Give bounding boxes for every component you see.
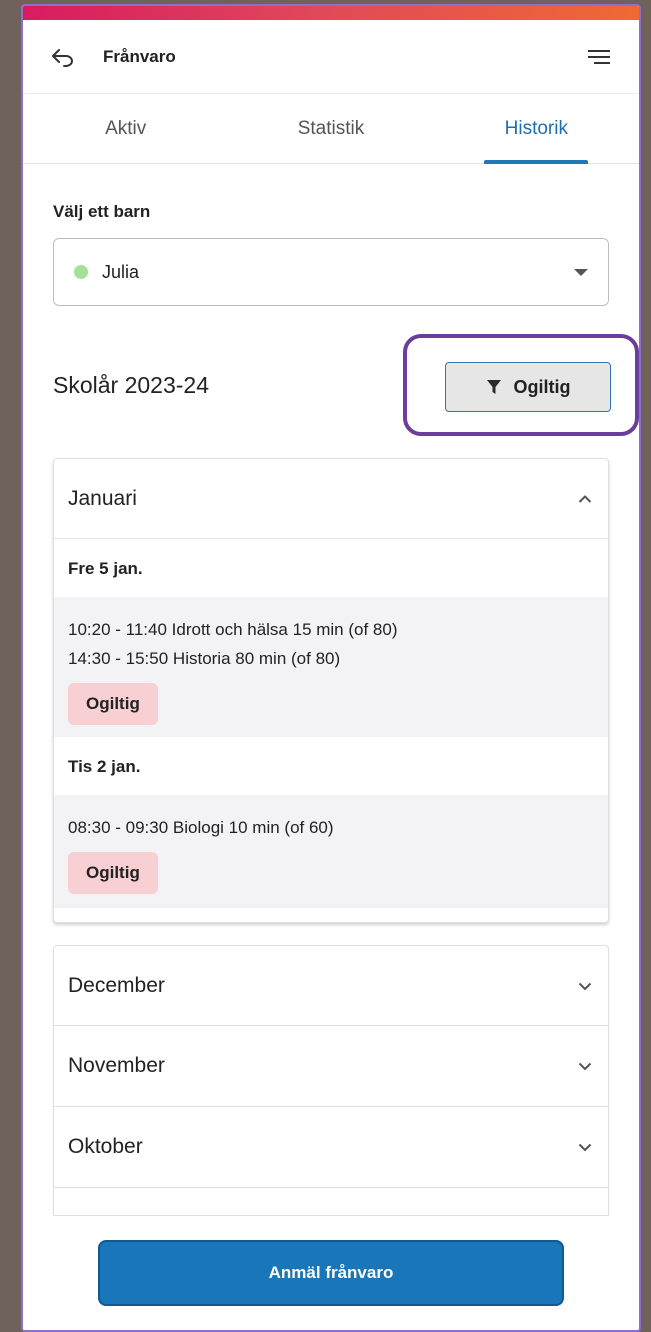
school-year-row: Skolår 2023-24 Ogiltig xyxy=(53,306,639,436)
month-header-januari[interactable]: Januari xyxy=(54,459,608,539)
child-select[interactable]: Julia xyxy=(53,238,609,306)
tab-aktiv[interactable]: Aktiv xyxy=(23,94,228,163)
child-select-value: Julia xyxy=(102,261,140,282)
month-panel-januari: Januari Fre 5 jan. 10:20 - 11:40 Idrott … xyxy=(53,458,609,923)
menu-button[interactable] xyxy=(585,43,613,71)
month-header-november[interactable]: November xyxy=(53,1026,609,1107)
month-header-partial[interactable] xyxy=(53,1188,609,1216)
chevron-down-icon xyxy=(578,1062,592,1071)
day-entries: 10:20 - 11:40 Idrott och hälsa 15 min (o… xyxy=(54,597,608,737)
month-label: November xyxy=(68,1054,165,1077)
absence-entry: 10:20 - 11:40 Idrott och hälsa 15 min (o… xyxy=(68,620,398,639)
absence-entry: 08:30 - 09:30 Biologi 10 min (of 60) xyxy=(68,818,334,837)
month-accordion: Januari Fre 5 jan. 10:20 - 11:40 Idrott … xyxy=(53,458,609,1216)
collapsed-month-list: December November Oktober xyxy=(53,945,609,1216)
day-entries: 08:30 - 09:30 Biologi 10 min (of 60) Ogi… xyxy=(54,795,608,908)
child-select-label: Välj ett barn xyxy=(53,202,151,221)
main-content: Välj ett barn Julia Skolår 2023-24 Ogilt… xyxy=(23,202,639,1216)
panel-spacer xyxy=(54,908,608,922)
month-label: Oktober xyxy=(68,1135,143,1158)
month-header-december[interactable]: December xyxy=(53,945,609,1026)
report-absence-button[interactable]: Anmäl frånvaro xyxy=(98,1240,564,1306)
month-label: December xyxy=(68,973,165,997)
filter-funnel-icon xyxy=(486,380,501,394)
tab-statistik[interactable]: Statistik xyxy=(228,94,433,163)
bottom-action-bar: Anmäl frånvaro xyxy=(23,1216,639,1330)
back-arrow-icon xyxy=(52,48,73,67)
status-badge: Ogiltig xyxy=(68,683,158,725)
month-header-oktober[interactable]: Oktober xyxy=(53,1107,609,1188)
child-color-dot xyxy=(74,265,88,279)
school-year-title: Skolår 2023-24 xyxy=(53,372,209,398)
brand-stripe xyxy=(23,6,639,20)
status-badge: Ogiltig xyxy=(68,852,158,894)
day-title: Fre 5 jan. xyxy=(68,559,143,578)
chevron-up-icon xyxy=(578,494,592,503)
chevron-down-icon xyxy=(578,982,592,990)
app-screen: Frånvaro Aktiv Statistik Historik Välj e… xyxy=(21,4,641,1332)
back-button[interactable] xyxy=(51,41,83,73)
tab-bar: Aktiv Statistik Historik xyxy=(23,94,639,164)
app-header: Frånvaro xyxy=(23,20,639,94)
page-title: Frånvaro xyxy=(103,46,176,66)
day-title: Tis 2 jan. xyxy=(68,757,141,776)
filter-button-label: Ogiltig xyxy=(513,376,571,397)
dropdown-caret-icon xyxy=(574,268,588,276)
tab-historik[interactable]: Historik xyxy=(434,94,639,163)
absence-entry: 14:30 - 15:50 Historia 80 min (of 80) xyxy=(68,649,341,668)
chevron-down-icon xyxy=(578,1143,592,1152)
hamburger-menu-icon xyxy=(588,49,610,64)
month-label: Januari xyxy=(68,486,137,510)
filter-button[interactable]: Ogiltig xyxy=(445,362,611,412)
